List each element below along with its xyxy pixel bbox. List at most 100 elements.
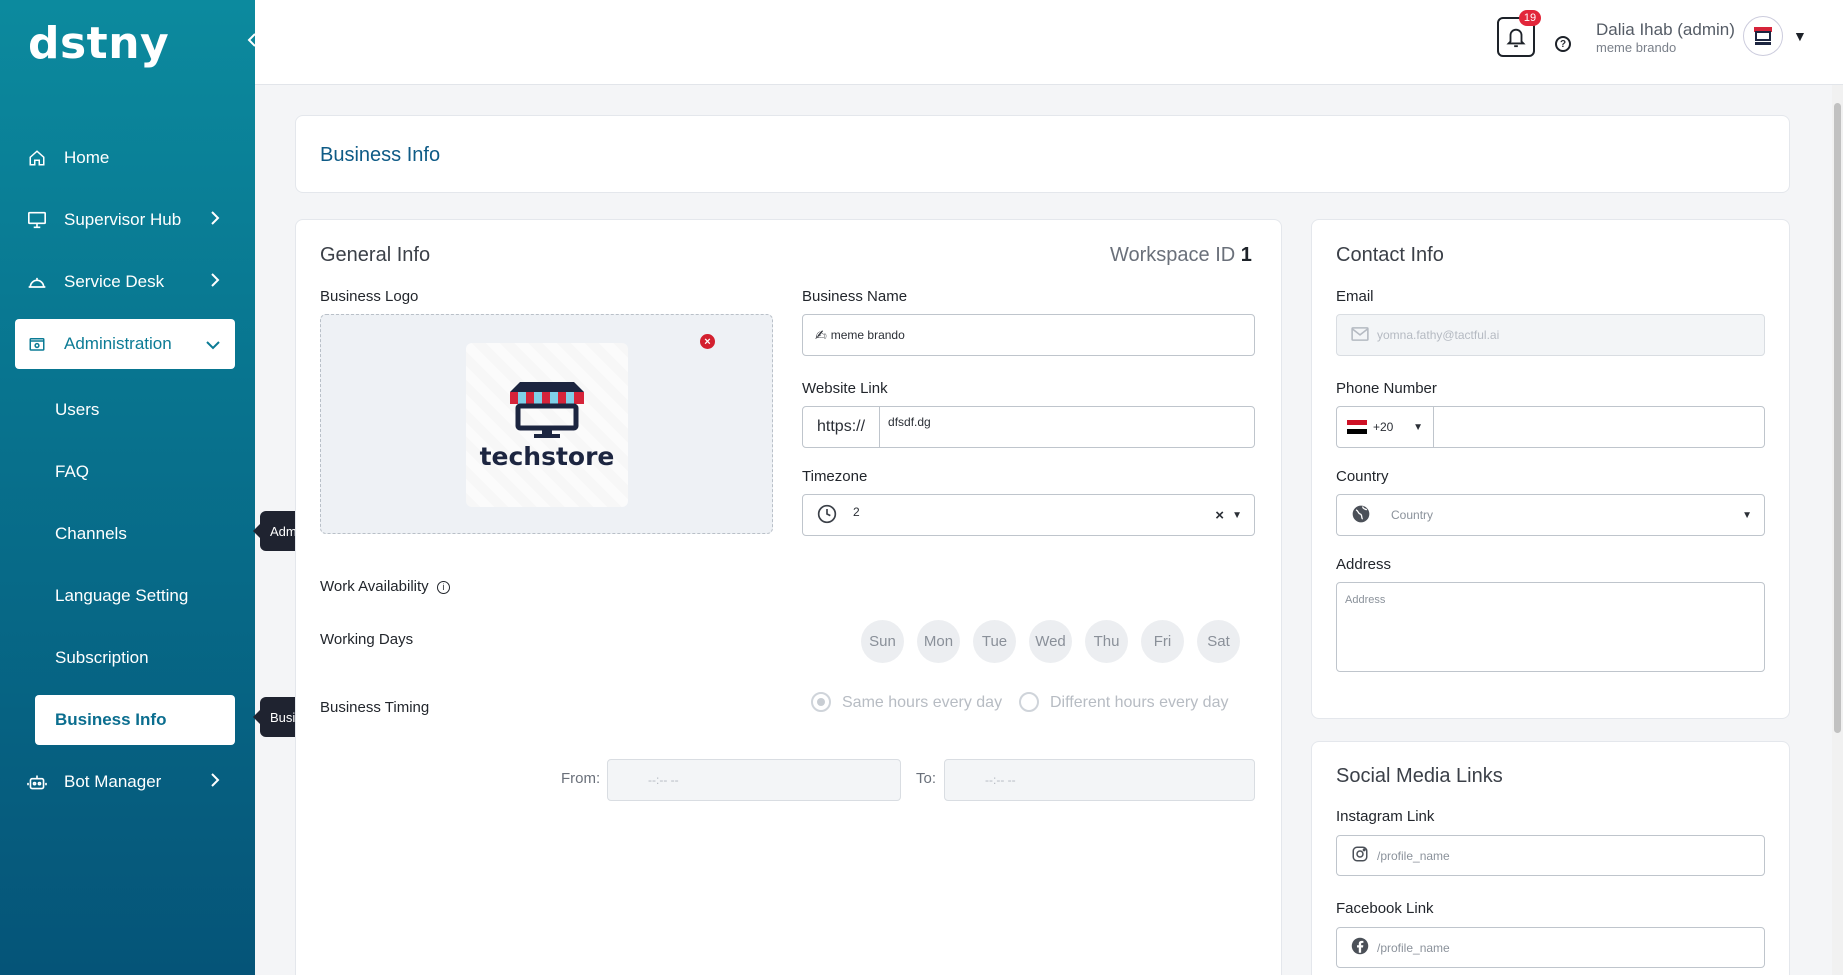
address-label: Address (1336, 556, 1392, 573)
sidebar-item-label: Supervisor Hub (64, 210, 182, 229)
sidebar: dstny Home Supervisor Hub Service Desk A… (0, 0, 255, 975)
email-label: Email (1336, 288, 1374, 305)
notification-badge: 19 (1519, 10, 1541, 26)
instagram-label: Instagram Link (1336, 808, 1435, 825)
timezone-label: Timezone (802, 468, 868, 485)
brand-logo: dstny (28, 18, 170, 69)
country-placeholder: Country (1391, 508, 1434, 522)
from-time-input[interactable]: --:-- -- (607, 759, 901, 801)
scrollbar-thumb[interactable] (1834, 103, 1841, 733)
signature-icon: ✍ (815, 326, 827, 343)
instagram-input[interactable]: /profile_name (1336, 835, 1765, 876)
user-workspace: meme brando (1596, 40, 1677, 55)
clear-icon[interactable]: × (1215, 507, 1224, 524)
country-code-select[interactable]: +20 ▼ (1337, 407, 1434, 447)
timezone-value: 2 (853, 505, 860, 519)
business-timing-label: Business Timing (320, 699, 430, 716)
country-label: Country (1336, 468, 1389, 485)
sidebar-subitem-faq[interactable]: FAQ (35, 447, 235, 497)
dropdown-caret-icon: ▼ (1742, 509, 1752, 521)
radio-different-hours[interactable] (1019, 692, 1039, 712)
sidebar-item-administration[interactable]: Administration (15, 319, 235, 369)
sidebar-subitem-channels[interactable]: Channels (35, 509, 235, 559)
general-info-title: General Info (320, 244, 431, 266)
radio-same-hours-label: Same hours every day (842, 694, 1003, 711)
egypt-flag-icon (1347, 420, 1367, 434)
sidebar-subitem-business-info[interactable]: Business Info (35, 695, 235, 745)
to-time-input[interactable]: --:-- -- (944, 759, 1255, 801)
day-toggle-wed[interactable]: Wed (1029, 620, 1072, 663)
from-label: From: (561, 770, 601, 787)
sidebar-item-label: Service Desk (64, 272, 165, 291)
website-prefix: https:// (803, 407, 881, 447)
sidebar-subitem-language-setting[interactable]: Language Setting (35, 571, 235, 621)
website-value: dfsdf.dg (888, 415, 931, 429)
radio-same-hours[interactable] (811, 692, 831, 712)
address-textarea[interactable]: Address (1336, 582, 1765, 672)
sidebar-item-bot-manager[interactable]: Bot Manager (15, 757, 235, 807)
phone-number-input[interactable]: +20 ▼ (1336, 406, 1765, 448)
user-menu-caret-icon[interactable]: ▼ (1793, 28, 1807, 44)
chevron-right-icon (209, 210, 221, 231)
to-time-placeholder: --:-- -- (985, 773, 1016, 787)
sidebar-item-home[interactable]: Home (15, 133, 235, 183)
storefront-icon (510, 381, 584, 438)
sidebar-item-label: Bot Manager (64, 772, 162, 791)
contact-info-title: Contact Info (1336, 244, 1444, 266)
bell-icon (1506, 28, 1526, 48)
day-toggle-fri[interactable]: Fri (1141, 620, 1184, 663)
sidebar-subitem-users[interactable]: Users (35, 385, 235, 435)
sidebar-item-service-desk[interactable]: Service Desk (15, 257, 235, 307)
help-icon[interactable]: ? (1555, 36, 1571, 52)
country-select[interactable]: Country ▼ (1336, 494, 1765, 536)
business-logo-label: Business Logo (320, 288, 419, 305)
workspace-id: Workspace ID 1 (1110, 244, 1252, 267)
page-title: Business Info (320, 144, 441, 166)
chevron-down-icon (205, 336, 221, 356)
info-icon[interactable]: i (436, 580, 450, 594)
avatar[interactable] (1743, 16, 1783, 56)
sidebar-item-label: Home (64, 148, 110, 167)
home-icon (24, 145, 50, 171)
chevron-right-icon (209, 772, 221, 793)
facebook-placeholder: /profile_name (1377, 940, 1450, 955)
store-logo-icon (1754, 27, 1772, 45)
business-name-input[interactable]: ✍ meme brando (802, 314, 1255, 356)
sidebar-subitem-subscription[interactable]: Subscription (35, 633, 235, 683)
working-days-label: Working Days (320, 631, 414, 648)
day-toggle-thu[interactable]: Thu (1085, 620, 1128, 663)
to-label: To: (916, 770, 937, 787)
business-name-value: meme brando (830, 328, 905, 342)
page-title-card: Business Info (295, 115, 1790, 193)
dropdown-caret-icon[interactable]: ▼ (1232, 510, 1242, 521)
facebook-input[interactable]: /profile_name (1336, 927, 1765, 968)
monitor-icon (24, 207, 50, 233)
address-placeholder: Address (1345, 594, 1386, 606)
email-input[interactable]: yomna.fathy@tactful.ai (1336, 314, 1765, 356)
facebook-label: Facebook Link (1336, 900, 1434, 917)
timezone-select[interactable]: 2 × ▼ (802, 494, 1255, 536)
email-value: yomna.fathy@tactful.ai (1377, 328, 1500, 342)
phone-code: +20 (1373, 420, 1394, 434)
clock-icon (817, 504, 837, 527)
globe-icon (1351, 504, 1371, 527)
instagram-placeholder: /profile_name (1377, 848, 1450, 863)
sidebar-item-label: Administration (64, 334, 172, 353)
phone-number-label: Phone Number (1336, 380, 1437, 397)
day-toggle-tue[interactable]: Tue (973, 620, 1016, 663)
from-time-placeholder: --:-- -- (648, 773, 679, 787)
user-name: Dalia Ihab (admin) (1596, 20, 1735, 39)
facebook-icon (1351, 937, 1369, 958)
logo-brand-text: techstore (479, 441, 615, 471)
day-toggle-sat[interactable]: Sat (1197, 620, 1240, 663)
day-toggle-mon[interactable]: Mon (917, 620, 960, 663)
workspace-id-value: 1 (1240, 244, 1252, 266)
business-logo-image: techstore (466, 343, 628, 507)
day-toggle-sun[interactable]: Sun (861, 620, 904, 663)
mail-icon (1351, 326, 1369, 344)
website-link-input[interactable]: https:// dfsdf.dg (802, 406, 1255, 448)
bot-icon (24, 769, 50, 795)
sidebar-item-supervisor-hub[interactable]: Supervisor Hub (15, 195, 235, 245)
page-scrollbar[interactable] (1832, 85, 1843, 975)
remove-logo-button[interactable]: × (700, 334, 715, 349)
